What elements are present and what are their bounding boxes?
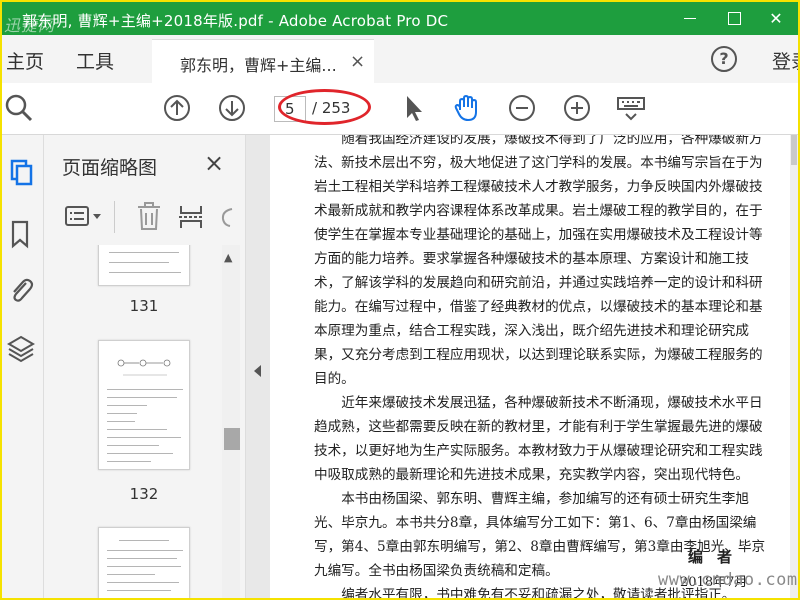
menu-bar: 主页 工具 郭东明，曹辉+主编... × ? 登录 bbox=[2, 35, 798, 83]
minimize-button[interactable] bbox=[668, 2, 712, 35]
options-menu-icon[interactable] bbox=[64, 205, 104, 229]
document-tab-close-button[interactable]: × bbox=[350, 51, 365, 72]
keyboard-icon[interactable] bbox=[616, 93, 646, 123]
window-title: 郭东明, 曹辉+主编+2018年版.pdf - Adobe Acrobat Pr… bbox=[22, 12, 449, 30]
thumbnails-panel: 页面缩略图 × 131 132 ▲ bbox=[44, 135, 246, 598]
collapse-arrow-icon bbox=[254, 365, 261, 377]
thumbnails-toolbar bbox=[44, 197, 246, 237]
document-tab-label: 郭东明，曹辉+主编... bbox=[180, 56, 337, 75]
help-icon[interactable]: ? bbox=[711, 46, 737, 72]
rotate-icon[interactable] bbox=[220, 205, 234, 229]
thumbnails-close-button[interactable]: × bbox=[204, 149, 224, 177]
signature: 编者 bbox=[688, 548, 747, 566]
document-tab[interactable]: 郭东明，曹辉+主编... × bbox=[152, 39, 374, 83]
close-window-button[interactable]: ✕ bbox=[754, 2, 798, 35]
thumbnail-page[interactable] bbox=[98, 340, 190, 470]
hand-tool-icon[interactable] bbox=[452, 93, 482, 123]
sign-in-button[interactable]: 登录 bbox=[772, 47, 798, 74]
watermark-url: www.cndao.com bbox=[658, 570, 798, 590]
thumbnail-diagram bbox=[117, 359, 171, 376]
left-icon-rail bbox=[2, 135, 44, 598]
paragraph: 随着我国经济建设的发展，爆破技术得到了广泛的应用，各种爆破新方法、新技术层出不穷… bbox=[314, 135, 763, 387]
thumbnail-page-number: 131 bbox=[129, 297, 159, 315]
zoom-out-icon[interactable] bbox=[507, 93, 537, 123]
document-text: 随着我国经济建设的发展，爆破技术得到了广泛的应用，各种爆破新方法、新技术层出不穷… bbox=[314, 135, 768, 598]
trash-icon[interactable] bbox=[136, 201, 162, 231]
tab-home[interactable]: 主页 bbox=[6, 47, 44, 74]
tab-tools[interactable]: 工具 bbox=[76, 47, 114, 74]
title-bar: 迅捷网 郭东明, 曹辉+主编+2018年版.pdf - Adobe Acroba… bbox=[2, 2, 798, 35]
page-up-icon[interactable] bbox=[162, 93, 192, 123]
page-number-highlight bbox=[278, 89, 371, 125]
toolbar: 5 / 253 bbox=[2, 83, 798, 135]
bookmark-icon[interactable] bbox=[6, 219, 36, 249]
app-window: 迅捷网 郭东明, 曹辉+主编+2018年版.pdf - Adobe Acroba… bbox=[0, 0, 800, 600]
thumbnails-scroll-thumb[interactable] bbox=[224, 428, 240, 450]
page-thumbnails-icon[interactable] bbox=[6, 157, 36, 187]
thumbnails-title: 页面缩略图 bbox=[62, 157, 158, 179]
document-scroll-thumb[interactable] bbox=[791, 135, 797, 165]
document-scrollbar[interactable] bbox=[790, 135, 798, 598]
layers-icon[interactable] bbox=[6, 333, 36, 363]
thumbnail-page-number: 132 bbox=[129, 485, 159, 503]
thumbnails-list: 131 132 bbox=[44, 245, 246, 598]
attachment-icon[interactable] bbox=[6, 275, 36, 305]
thumbnail-page[interactable] bbox=[98, 527, 190, 598]
extract-pages-icon[interactable] bbox=[178, 203, 204, 231]
paragraph: 近年来爆破技术发展迅猛，各种爆破新技术不断涌现，爆破技术水平日趋成熟，这些都需要… bbox=[314, 395, 763, 483]
toolbar-divider bbox=[114, 201, 115, 233]
select-cursor-icon[interactable] bbox=[398, 93, 428, 123]
zoom-in-icon[interactable] bbox=[562, 93, 592, 123]
paragraph: 本书由杨国梁、郭东明、曹辉主编，参加编写的还有硕士研究生李旭光、毕京九。本书共分… bbox=[314, 491, 766, 579]
document-view[interactable]: 随着我国经济建设的发展，爆破技术得到了广泛的应用，各种爆破新方法、新技术层出不穷… bbox=[270, 135, 798, 598]
scroll-up-arrow-icon[interactable]: ▲ bbox=[224, 251, 232, 264]
maximize-button[interactable] bbox=[712, 2, 756, 35]
page-down-icon[interactable] bbox=[217, 93, 247, 123]
zoom-search-icon[interactable] bbox=[4, 93, 34, 123]
thumbnails-scrollbar[interactable] bbox=[222, 245, 240, 598]
thumbnail-page[interactable] bbox=[98, 245, 190, 286]
panel-collapse-handle[interactable] bbox=[246, 135, 270, 598]
